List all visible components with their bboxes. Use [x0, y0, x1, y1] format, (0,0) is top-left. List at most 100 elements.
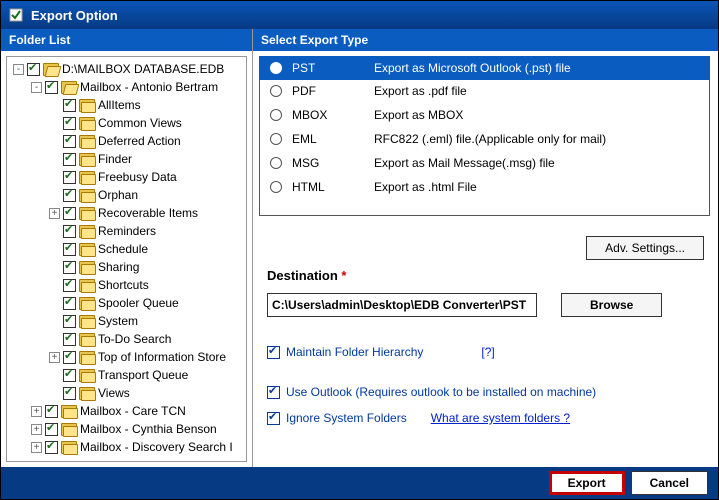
tree-checkbox[interactable]: [63, 387, 76, 400]
tree-checkbox[interactable]: [63, 315, 76, 328]
tree-node[interactable]: Deferred Action: [9, 132, 244, 150]
tree-label: AllItems: [98, 98, 141, 112]
export-type-abbr: HTML: [292, 180, 364, 194]
tree-node[interactable]: +Mailbox - Cynthia Benson: [9, 420, 244, 438]
tree-node[interactable]: Views: [9, 384, 244, 402]
tree-node[interactable]: +Recoverable Items: [9, 204, 244, 222]
tree-node[interactable]: Reminders: [9, 222, 244, 240]
export-type-row[interactable]: MSGExport as Mail Message(.msg) file: [260, 151, 709, 175]
tree-checkbox[interactable]: [63, 225, 76, 238]
tree-expander[interactable]: +: [31, 406, 42, 417]
maintain-help-link[interactable]: [?]: [481, 345, 494, 359]
export-type-row[interactable]: EMLRFC822 (.eml) file.(Applicable only f…: [260, 127, 709, 151]
tree-node[interactable]: System: [9, 312, 244, 330]
maintain-hierarchy-checkbox[interactable]: [267, 346, 280, 359]
titlebar: Export Option: [1, 1, 718, 29]
tree-label: Common Views: [98, 116, 182, 130]
tree-checkbox[interactable]: [63, 351, 76, 364]
tree-node[interactable]: -D:\MAILBOX DATABASE.EDB: [9, 60, 244, 78]
tree-label: Freebusy Data: [98, 170, 177, 184]
tree-expander[interactable]: -: [31, 82, 42, 93]
export-button[interactable]: Export: [549, 471, 625, 495]
system-folders-link[interactable]: What are system folders ?: [431, 411, 570, 425]
folder-tree[interactable]: -D:\MAILBOX DATABASE.EDB-Mailbox - Anton…: [6, 56, 247, 462]
tree-node[interactable]: +Mailbox - Discovery Search I: [9, 438, 244, 456]
tree-expander[interactable]: +: [31, 424, 42, 435]
tree-node[interactable]: Sharing: [9, 258, 244, 276]
tree-node[interactable]: Shortcuts: [9, 276, 244, 294]
adv-settings-button[interactable]: Adv. Settings...: [586, 236, 704, 260]
tree-node[interactable]: +Top of Information Store: [9, 348, 244, 366]
folder-icon: [79, 99, 95, 112]
tree-node[interactable]: Finder: [9, 150, 244, 168]
export-type-row[interactable]: PDFExport as .pdf file: [260, 79, 709, 103]
tree-expander[interactable]: +: [31, 442, 42, 453]
use-outlook-label: Use Outlook (Requires outlook to be inst…: [286, 385, 596, 399]
tree-node[interactable]: Schedule: [9, 240, 244, 258]
tree-checkbox[interactable]: [63, 153, 76, 166]
tree-expander: [49, 262, 60, 273]
tree-checkbox[interactable]: [63, 333, 76, 346]
browse-button[interactable]: Browse: [561, 293, 662, 317]
export-type-row[interactable]: PSTExport as Microsoft Outlook (.pst) fi…: [259, 56, 710, 80]
tree-checkbox[interactable]: [45, 441, 58, 454]
export-type-desc: Export as .pdf file: [374, 84, 467, 98]
tree-label: Mailbox - Antonio Bertram: [80, 80, 218, 94]
tree-label: Spooler Queue: [98, 296, 179, 310]
tree-checkbox[interactable]: [27, 63, 40, 76]
export-type-radio[interactable]: [270, 109, 282, 121]
tree-checkbox[interactable]: [45, 81, 58, 94]
export-type-row[interactable]: HTMLExport as .html File: [260, 175, 709, 199]
tree-checkbox[interactable]: [45, 405, 58, 418]
destination-input[interactable]: [267, 293, 537, 317]
tree-node[interactable]: Common Views: [9, 114, 244, 132]
tree-node[interactable]: Spooler Queue: [9, 294, 244, 312]
tree-node[interactable]: + Mailbox - Care TCN: [9, 402, 244, 420]
tree-label: Shortcuts: [98, 278, 149, 292]
tree-checkbox[interactable]: [63, 207, 76, 220]
export-type-abbr: EML: [292, 132, 364, 146]
folder-icon: [79, 279, 95, 292]
tree-label: Mailbox - Care TCN: [80, 404, 186, 418]
tree-expander[interactable]: +: [49, 208, 60, 219]
ignore-system-checkbox[interactable]: [267, 412, 280, 425]
tree-checkbox[interactable]: [45, 423, 58, 436]
tree-node[interactable]: To-Do Search: [9, 330, 244, 348]
export-option-window: Export Option Folder List -D:\MAILBOX DA…: [0, 0, 719, 500]
tree-checkbox[interactable]: [63, 297, 76, 310]
tree-label: Sharing: [98, 260, 139, 274]
tree-expander: [49, 388, 60, 399]
tree-checkbox[interactable]: [63, 279, 76, 292]
export-type-radio[interactable]: [270, 181, 282, 193]
tree-checkbox[interactable]: [63, 171, 76, 184]
folder-icon: [79, 243, 95, 256]
export-type-radio[interactable]: [270, 62, 282, 74]
tree-expander[interactable]: -: [13, 64, 24, 75]
tree-node[interactable]: AllItems: [9, 96, 244, 114]
window-title: Export Option: [31, 8, 118, 23]
export-type-radio[interactable]: [270, 157, 282, 169]
tree-expander: [49, 244, 60, 255]
export-type-abbr: MBOX: [292, 108, 364, 122]
tree-node[interactable]: - Mailbox - Antonio Bertram: [9, 78, 244, 96]
app-icon: [9, 8, 23, 22]
tree-node[interactable]: Transport Queue: [9, 366, 244, 384]
tree-checkbox[interactable]: [63, 261, 76, 274]
use-outlook-checkbox[interactable]: [267, 386, 280, 399]
tree-checkbox[interactable]: [63, 189, 76, 202]
export-type-radio[interactable]: [270, 85, 282, 97]
cancel-button[interactable]: Cancel: [631, 471, 708, 495]
folder-icon: [61, 81, 77, 94]
tree-expander[interactable]: +: [49, 352, 60, 363]
tree-checkbox[interactable]: [63, 243, 76, 256]
export-type-radio[interactable]: [270, 133, 282, 145]
folder-icon: [79, 351, 95, 364]
tree-node[interactable]: Freebusy Data: [9, 168, 244, 186]
tree-checkbox[interactable]: [63, 117, 76, 130]
tree-checkbox[interactable]: [63, 99, 76, 112]
tree-node[interactable]: Orphan: [9, 186, 244, 204]
tree-checkbox[interactable]: [63, 369, 76, 382]
tree-checkbox[interactable]: [63, 135, 76, 148]
export-type-desc: Export as MBOX: [374, 108, 463, 122]
export-type-row[interactable]: MBOX Export as MBOX: [260, 103, 709, 127]
